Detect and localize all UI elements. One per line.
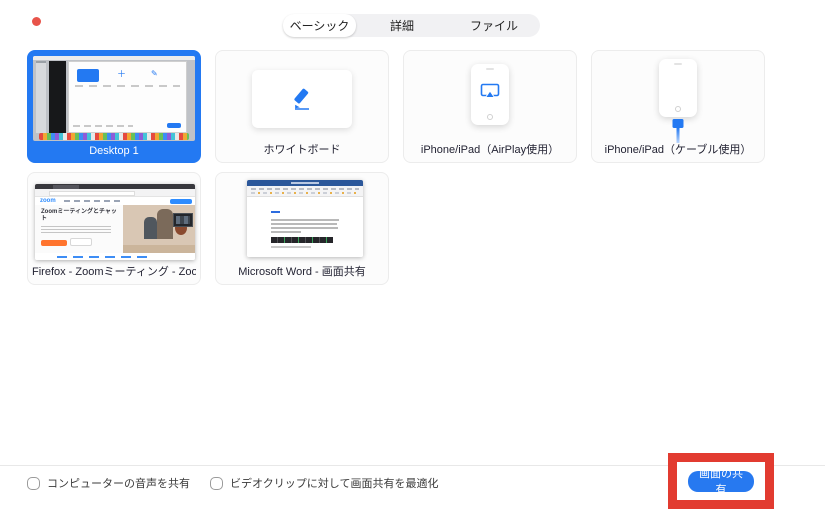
footer-options: コンピューターの音声を共有 ビデオクリップに対して画面共有を最適化 (27, 475, 438, 491)
hero-text-block: Zoomミーティングとチャット (35, 205, 123, 253)
thumb-menubar (33, 56, 195, 60)
tile-label-word: Microsoft Word - 画面共有 (238, 266, 366, 278)
page-footer-links (35, 253, 195, 260)
thumb-side-window (36, 61, 46, 133)
share-screen-button[interactable]: 画面の共有 (688, 468, 754, 496)
firefox-thumbnail: zoom Zoomミーティングとチャット (35, 184, 195, 260)
phone-speaker-slot (486, 68, 494, 70)
optimize-video-clip-label: ビデオクリップに対して画面共有を最適化 (230, 478, 439, 490)
tile-firefox-window[interactable]: zoom Zoomミーティングとチャット Firefox - Zoomミーティン… (27, 172, 201, 285)
person-figure (144, 217, 157, 239)
pencil-icon (294, 88, 309, 110)
tile-desktop-1[interactable]: ＋ ✎ Desktop 1 (27, 50, 201, 163)
airplay-icon (480, 84, 500, 99)
iphone-cable-graphic (659, 59, 697, 117)
desktop-thumbnail: ＋ ✎ (33, 56, 195, 141)
phone-home-button (675, 106, 681, 112)
thumb-pencil-icon: ✎ (151, 69, 158, 78)
zoom-logo: zoom (40, 198, 56, 204)
word-ribbon (247, 186, 363, 197)
zoom-site-nav: zoom (35, 197, 195, 205)
thumb-share-dialog: ＋ ✎ (68, 61, 187, 133)
laptop-graphic (173, 213, 193, 227)
tile-label-whiteboard: ホワイトボード (263, 144, 341, 156)
thumb-dark-panel (49, 61, 66, 133)
red-highlight-annotation: 画面の共有 (668, 453, 774, 509)
phone-home-button (487, 114, 493, 120)
zoom-site-hero: Zoomミーティングとチャット (35, 205, 195, 253)
hero-body-lines (41, 226, 111, 233)
signup-button-mini (170, 199, 192, 204)
hero-title: Zoomミーティングとチャット (41, 209, 117, 222)
tile-label-iphone-cable: iPhone/iPad（ケーブル使用） (604, 144, 752, 156)
optimize-video-clip-option[interactable]: ビデオクリップに対して画面共有を最適化 (210, 475, 438, 491)
share-computer-sound-checkbox[interactable] (27, 476, 40, 490)
hero-photo (123, 205, 195, 253)
doc-dark-toolbar (271, 237, 333, 243)
doc-text-line (271, 227, 338, 229)
whiteboard-card (252, 70, 352, 128)
doc-text-line (271, 231, 301, 233)
doc-text-line (271, 219, 339, 221)
optimize-video-clip-checkbox[interactable] (210, 476, 223, 490)
share-mode-tabs: ベーシック 詳細 ファイル (283, 14, 540, 37)
table-surface (123, 245, 195, 253)
thumb-selected-tile (77, 69, 99, 82)
tile-label-desktop: Desktop 1 (89, 145, 139, 157)
person-figure (157, 209, 173, 239)
nav-links (63, 200, 122, 202)
tile-label-firefox: Firefox - Zoomミーティング - Zoom... (32, 266, 196, 278)
share-computer-sound-option[interactable]: コンピューターの音声を共有 (27, 475, 190, 491)
thumb-footer (73, 123, 182, 129)
phone-speaker-slot (674, 63, 682, 65)
firefox-urlbar (35, 189, 195, 197)
share-source-grid: ＋ ✎ Desktop 1 ホワイトボード iPhone/iPad（AirPla… (27, 50, 765, 285)
window-close-button[interactable] (32, 17, 41, 26)
thumb-plus-icon: ＋ (117, 69, 127, 79)
tile-iphone-airplay[interactable]: iPhone/iPad（AirPlay使用） (403, 50, 577, 163)
word-thumbnail (247, 180, 363, 257)
word-document-page (247, 197, 363, 257)
share-screen-dialog: ベーシック 詳細 ファイル ＋ ✎ Desktop 1 ホワイトボード iPho… (0, 0, 825, 531)
thumb-caption-lines (75, 85, 180, 87)
doc-text-line (271, 223, 337, 225)
tile-label-iphone-airplay: iPhone/iPad（AirPlay使用） (420, 144, 560, 156)
hero-secondary-button (70, 238, 92, 246)
tab-files[interactable]: ファイル (448, 14, 540, 37)
thumb-footer-lines (73, 125, 133, 127)
hero-cta-button (41, 240, 67, 246)
tab-basic[interactable]: ベーシック (283, 14, 356, 37)
thumb-share-button (167, 123, 181, 128)
tab-advanced[interactable]: 詳細 (356, 14, 448, 37)
thumb-dock (39, 133, 189, 140)
doc-text-line (271, 246, 311, 248)
cable-plug (672, 119, 684, 128)
tile-iphone-cable[interactable]: iPhone/iPad（ケーブル使用） (591, 50, 765, 163)
share-computer-sound-label: コンピューターの音声を共有 (47, 478, 190, 490)
tile-word-window[interactable]: Microsoft Word - 画面共有 (215, 172, 389, 285)
iphone-airplay-graphic (471, 64, 509, 125)
tile-whiteboard[interactable]: ホワイトボード (215, 50, 389, 163)
doc-heading-line (271, 211, 280, 213)
